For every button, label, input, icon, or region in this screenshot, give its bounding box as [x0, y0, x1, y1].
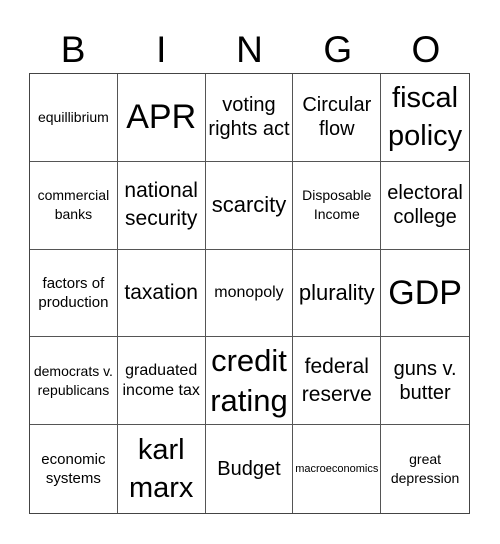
cell-text: APR	[126, 98, 197, 137]
bingo-cell[interactable]: Budget	[206, 425, 294, 513]
bingo-cell[interactable]: voting rights act	[205, 74, 294, 162]
cell-text: macroeconomics	[295, 462, 379, 475]
bingo-cell[interactable]: Disposable Income	[293, 161, 382, 250]
cell-text: karl marx	[128, 434, 194, 505]
cell-text: equillibrium	[37, 108, 109, 125]
bingo-cell[interactable]: factors of production	[30, 249, 118, 338]
cell-text: factors of production	[38, 274, 109, 311]
bingo-cell[interactable]: electoral college	[381, 162, 469, 250]
bingo-header: B I N G O	[29, 30, 470, 70]
bingo-cell[interactable]: taxation	[117, 249, 206, 338]
bingo-cell[interactable]: democrats v. republicans	[30, 337, 118, 426]
header-letter-o: O	[411, 29, 441, 70]
bingo-cell[interactable]: graduated income tax	[117, 337, 206, 426]
bingo-cell[interactable]: national security	[117, 161, 206, 250]
cell-text: federal reserve	[301, 354, 372, 406]
cell-text: monopoly	[214, 283, 284, 301]
cell-text: guns v. butter	[393, 357, 457, 404]
bingo-cell[interactable]: equillibrium	[30, 74, 118, 162]
cell-text: scarcity	[211, 192, 287, 218]
bingo-cell[interactable]: economic systems	[30, 425, 118, 513]
cell-text: taxation	[124, 280, 198, 304]
bingo-card-grid: equillibrium APR voting rights act Circu…	[29, 73, 470, 514]
cell-text: fiscal policy	[388, 82, 463, 153]
cell-text: Budget	[217, 458, 281, 481]
bingo-cell[interactable]: macroeconomics	[293, 425, 382, 513]
header-letter-g: G	[323, 29, 353, 70]
bingo-cell[interactable]: commercial banks	[30, 161, 118, 250]
header-letter-i: I	[156, 29, 167, 70]
header-letter-n: N	[236, 29, 263, 70]
cell-text: democrats v. republicans	[33, 362, 113, 398]
cell-text: great depression	[390, 451, 460, 487]
bingo-cell[interactable]: APR	[117, 74, 206, 162]
bingo-cell[interactable]: guns v. butter	[381, 337, 469, 426]
bingo-cell[interactable]: credit rating	[205, 337, 294, 426]
cell-text: graduated income tax	[122, 361, 200, 399]
cell-text: Circular flow	[302, 94, 372, 141]
cell-text: economic systems	[41, 451, 106, 488]
bingo-cell[interactable]: karl marx	[118, 425, 206, 513]
cell-text: commercial banks	[37, 187, 110, 223]
bingo-cell[interactable]: plurality	[293, 249, 382, 338]
cell-text: credit rating	[210, 342, 288, 418]
cell-text: Disposable Income	[302, 187, 372, 223]
bingo-cell[interactable]: fiscal policy	[381, 74, 469, 162]
cell-text: plurality	[298, 279, 375, 305]
bingo-cell[interactable]: Circular flow	[293, 74, 382, 162]
bingo-cell[interactable]: great depression	[381, 425, 469, 513]
cell-text: GDP	[388, 273, 462, 312]
header-letter-b: B	[60, 29, 86, 70]
cell-text: national security	[124, 179, 198, 231]
bingo-cell[interactable]: scarcity	[205, 161, 294, 250]
cell-text: electoral college	[387, 182, 463, 229]
bingo-cell[interactable]: GDP	[381, 250, 469, 338]
cell-text: voting rights act	[208, 94, 290, 141]
bingo-cell[interactable]: monopoly	[205, 249, 294, 338]
bingo-cell[interactable]: federal reserve	[293, 337, 382, 426]
